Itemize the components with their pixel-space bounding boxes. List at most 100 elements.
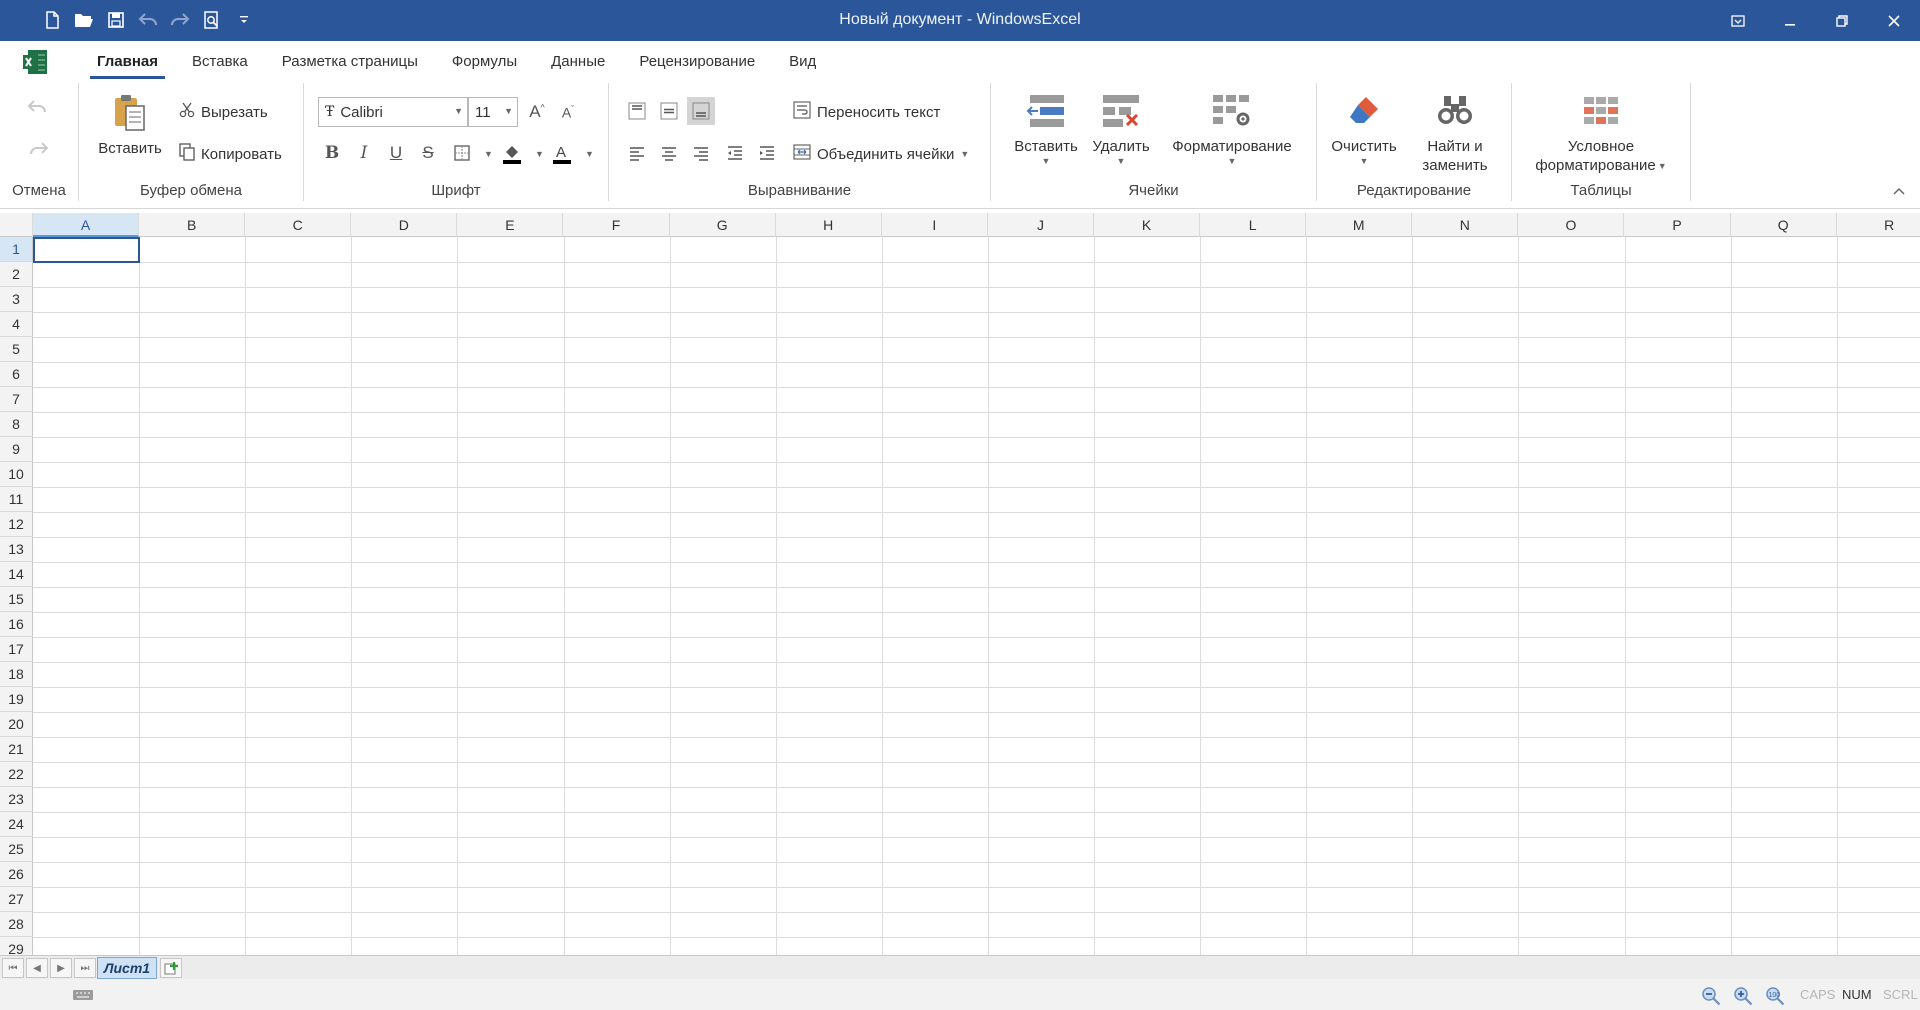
previous-sheet-icon[interactable]: ◀ (26, 958, 48, 978)
row-header[interactable]: 13 (0, 537, 33, 562)
row-header[interactable]: 21 (0, 737, 33, 762)
font-color-icon[interactable]: A (548, 139, 576, 167)
row-header[interactable]: 24 (0, 812, 33, 837)
clear-button[interactable]: Очистить ▼ (1331, 89, 1397, 166)
font-size-select[interactable]: 11 ▼ (468, 97, 518, 127)
tab-page-layout[interactable]: Разметка страницы (265, 41, 435, 81)
column-header[interactable]: B (139, 213, 246, 237)
align-left-icon[interactable] (623, 139, 651, 167)
align-middle-icon[interactable] (655, 97, 683, 125)
column-header[interactable]: M (1306, 213, 1413, 237)
underline-icon[interactable]: U (382, 139, 410, 167)
find-replace-button[interactable]: Найти и заменить (1413, 89, 1497, 175)
sheet-tab[interactable]: Лист1 (97, 957, 157, 979)
cut-button[interactable]: Вырезать (179, 99, 268, 125)
worksheet[interactable]: ABCDEFGHIJKLMNOPQR 1 2 3 4 5 6 7 8 9 10 11 12 13 14 15… (0, 213, 1920, 955)
row-header[interactable]: 25 (0, 837, 33, 862)
paste-button[interactable]: Вставить (98, 91, 162, 158)
borders-icon[interactable] (448, 139, 476, 167)
align-bottom-icon[interactable] (687, 97, 715, 125)
align-top-icon[interactable] (623, 97, 651, 125)
format-cells-button[interactable]: Форматирование ▼ (1167, 89, 1297, 166)
delete-cells-button[interactable]: Удалить ▼ (1091, 89, 1151, 166)
row-header[interactable]: 27 (0, 887, 33, 912)
insert-cells-button[interactable]: Вставить ▼ (1011, 89, 1081, 166)
first-sheet-icon[interactable]: ⏮ (2, 958, 24, 978)
decrease-font-size-icon[interactable]: Aˇ (554, 98, 582, 126)
row-header[interactable]: 12 (0, 512, 33, 537)
row-header[interactable]: 2 (0, 262, 33, 287)
ribbon-display-options-icon[interactable] (1712, 0, 1764, 41)
row-header[interactable]: 1 (0, 237, 33, 262)
column-header[interactable]: A (33, 213, 140, 237)
column-header[interactable]: C (245, 213, 352, 237)
increase-indent-icon[interactable] (753, 139, 781, 167)
column-header[interactable]: L (1200, 213, 1307, 237)
tab-formulas[interactable]: Формулы (435, 41, 534, 81)
conditional-formatting-button[interactable]: Условное форматирование ▼ (1526, 89, 1676, 175)
restore-icon[interactable] (1816, 0, 1868, 41)
row-header[interactable]: 14 (0, 562, 33, 587)
row-header[interactable]: 19 (0, 687, 33, 712)
decrease-indent-icon[interactable] (721, 139, 749, 167)
increase-font-size-icon[interactable]: A^ (523, 98, 551, 126)
row-header[interactable]: 11 (0, 487, 33, 512)
column-header[interactable]: K (1094, 213, 1201, 237)
chevron-down-icon[interactable]: ▼ (535, 149, 544, 159)
select-all-corner[interactable] (0, 213, 33, 237)
row-header[interactable]: 10 (0, 462, 33, 487)
row-header[interactable]: 23 (0, 787, 33, 812)
ribbon-redo-icon[interactable] (24, 135, 52, 163)
tab-view[interactable]: Вид (772, 41, 833, 81)
column-header[interactable]: H (776, 213, 882, 237)
column-header[interactable]: Q (1731, 213, 1837, 237)
merge-cells-button[interactable]: Объединить ячейки ▼ (793, 141, 969, 167)
strikethrough-icon[interactable]: S (414, 139, 442, 167)
row-header[interactable]: 5 (0, 337, 33, 362)
row-header[interactable]: 3 (0, 287, 33, 312)
column-header[interactable]: E (457, 213, 564, 237)
tab-data[interactable]: Данные (534, 41, 622, 81)
row-header[interactable]: 22 (0, 762, 33, 787)
row-header[interactable]: 7 (0, 387, 33, 412)
next-sheet-icon[interactable]: ▶ (50, 958, 72, 978)
zoom-out-icon[interactable] (1700, 985, 1722, 1007)
row-header[interactable]: 6 (0, 362, 33, 387)
column-header[interactable]: O (1518, 213, 1625, 237)
column-header[interactable]: R (1837, 213, 1920, 237)
row-header[interactable]: 28 (0, 912, 33, 937)
column-header[interactable]: I (882, 213, 988, 237)
wrap-text-button[interactable]: Переносить текст (793, 99, 940, 125)
row-header[interactable]: 16 (0, 612, 33, 637)
row-header[interactable]: 15 (0, 587, 33, 612)
font-name-select[interactable]: Ŧ Calibri ▼ (318, 97, 468, 127)
row-header[interactable]: 17 (0, 637, 33, 662)
collapse-ribbon-icon[interactable] (1884, 181, 1914, 201)
chevron-down-icon[interactable]: ▼ (484, 149, 493, 159)
chevron-down-icon[interactable]: ▼ (585, 149, 594, 159)
align-center-icon[interactable] (655, 139, 683, 167)
column-header[interactable]: D (351, 213, 458, 237)
zoom-100-icon[interactable]: 100 (1764, 985, 1786, 1007)
column-header[interactable]: J (988, 213, 1094, 237)
copy-button[interactable]: Копировать (179, 141, 282, 167)
italic-icon[interactable]: I (350, 139, 378, 167)
row-header[interactable]: 26 (0, 862, 33, 887)
tab-insert[interactable]: Вставка (175, 41, 265, 81)
bold-icon[interactable]: B (318, 139, 346, 167)
cell-grid[interactable] (33, 237, 1920, 955)
ribbon-undo-icon[interactable] (24, 93, 52, 121)
align-right-icon[interactable] (687, 139, 715, 167)
last-sheet-icon[interactable]: ⏭ (74, 958, 96, 978)
active-cell[interactable] (33, 237, 140, 263)
column-header[interactable]: G (670, 213, 776, 237)
row-header[interactable]: 29 (0, 937, 33, 955)
zoom-in-icon[interactable] (1732, 985, 1754, 1007)
add-sheet-icon[interactable] (160, 958, 182, 978)
row-header[interactable]: 9 (0, 437, 33, 462)
row-header[interactable]: 4 (0, 312, 33, 337)
close-icon[interactable] (1868, 0, 1920, 41)
row-header[interactable]: 20 (0, 712, 33, 737)
tab-home[interactable]: Главная (80, 41, 175, 81)
row-header[interactable]: 8 (0, 412, 33, 437)
